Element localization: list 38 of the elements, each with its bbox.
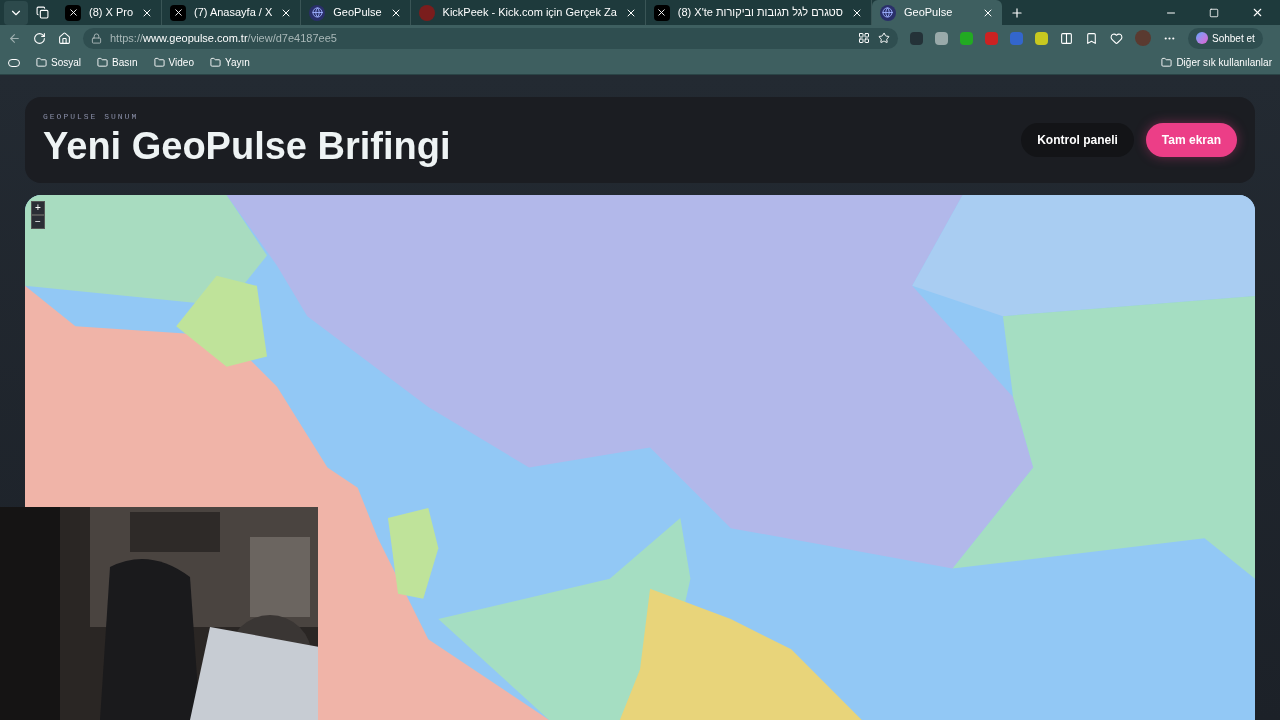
home-icon[interactable] <box>58 31 71 45</box>
close-icon[interactable] <box>1251 6 1264 19</box>
copilot-button[interactable]: Sohbet et <box>1188 27 1263 49</box>
apps-icon[interactable] <box>858 32 870 44</box>
extension-icon[interactable] <box>1035 31 1048 45</box>
extension-icon[interactable] <box>935 31 948 45</box>
fullscreen-button[interactable]: Tam ekran <box>1145 123 1237 157</box>
x-logo-icon <box>170 4 186 21</box>
bookmark-folder[interactable]: Video <box>168 55 194 70</box>
x-logo-icon <box>65 4 81 21</box>
folder-icon[interactable] <box>153 57 165 68</box>
x-logo-icon <box>653 4 670 21</box>
app-icon <box>418 4 435 21</box>
maximize-icon[interactable] <box>1209 7 1219 18</box>
folder-icon[interactable] <box>210 57 221 68</box>
favorites-icon[interactable] <box>1085 31 1098 45</box>
bookmark-folder[interactable]: Yayın <box>225 55 250 70</box>
workspaces-icon[interactable] <box>36 6 49 19</box>
folder-icon[interactable] <box>1161 57 1173 68</box>
browser-tab[interactable]: GeoPulse <box>872 0 1002 25</box>
other-bookmarks[interactable]: Diğer sık kullanılanlar <box>1176 55 1272 70</box>
globe-icon <box>309 4 326 21</box>
tab-menu-icon[interactable] <box>4 0 28 25</box>
bookmark-folder[interactable]: Basın <box>112 55 138 70</box>
new-tab-icon[interactable] <box>1010 5 1024 20</box>
url-text: https://www.geopulse.com.tr/view/d7e4187ee5 <box>110 30 338 46</box>
bookmark-folder[interactable]: Sosyal <box>51 55 81 70</box>
star-icon[interactable] <box>878 32 890 44</box>
page-title: Yeni GeoPulse Brifingi <box>43 124 452 169</box>
folder-icon[interactable] <box>36 57 47 68</box>
dashboard-button[interactable]: Kontrol paneli <box>1021 123 1134 157</box>
address-bar[interactable]: https://www.geopulse.com.tr/view/d7e4187ee5 <box>83 27 898 49</box>
reload-icon[interactable] <box>33 31 46 45</box>
eyebrow-text: GEOPULSE SUNUM <box>43 111 140 123</box>
globe-icon <box>880 4 896 21</box>
lock-icon[interactable] <box>91 32 102 44</box>
split-screen-icon[interactable] <box>1060 31 1073 45</box>
folder-icon[interactable] <box>97 57 108 68</box>
